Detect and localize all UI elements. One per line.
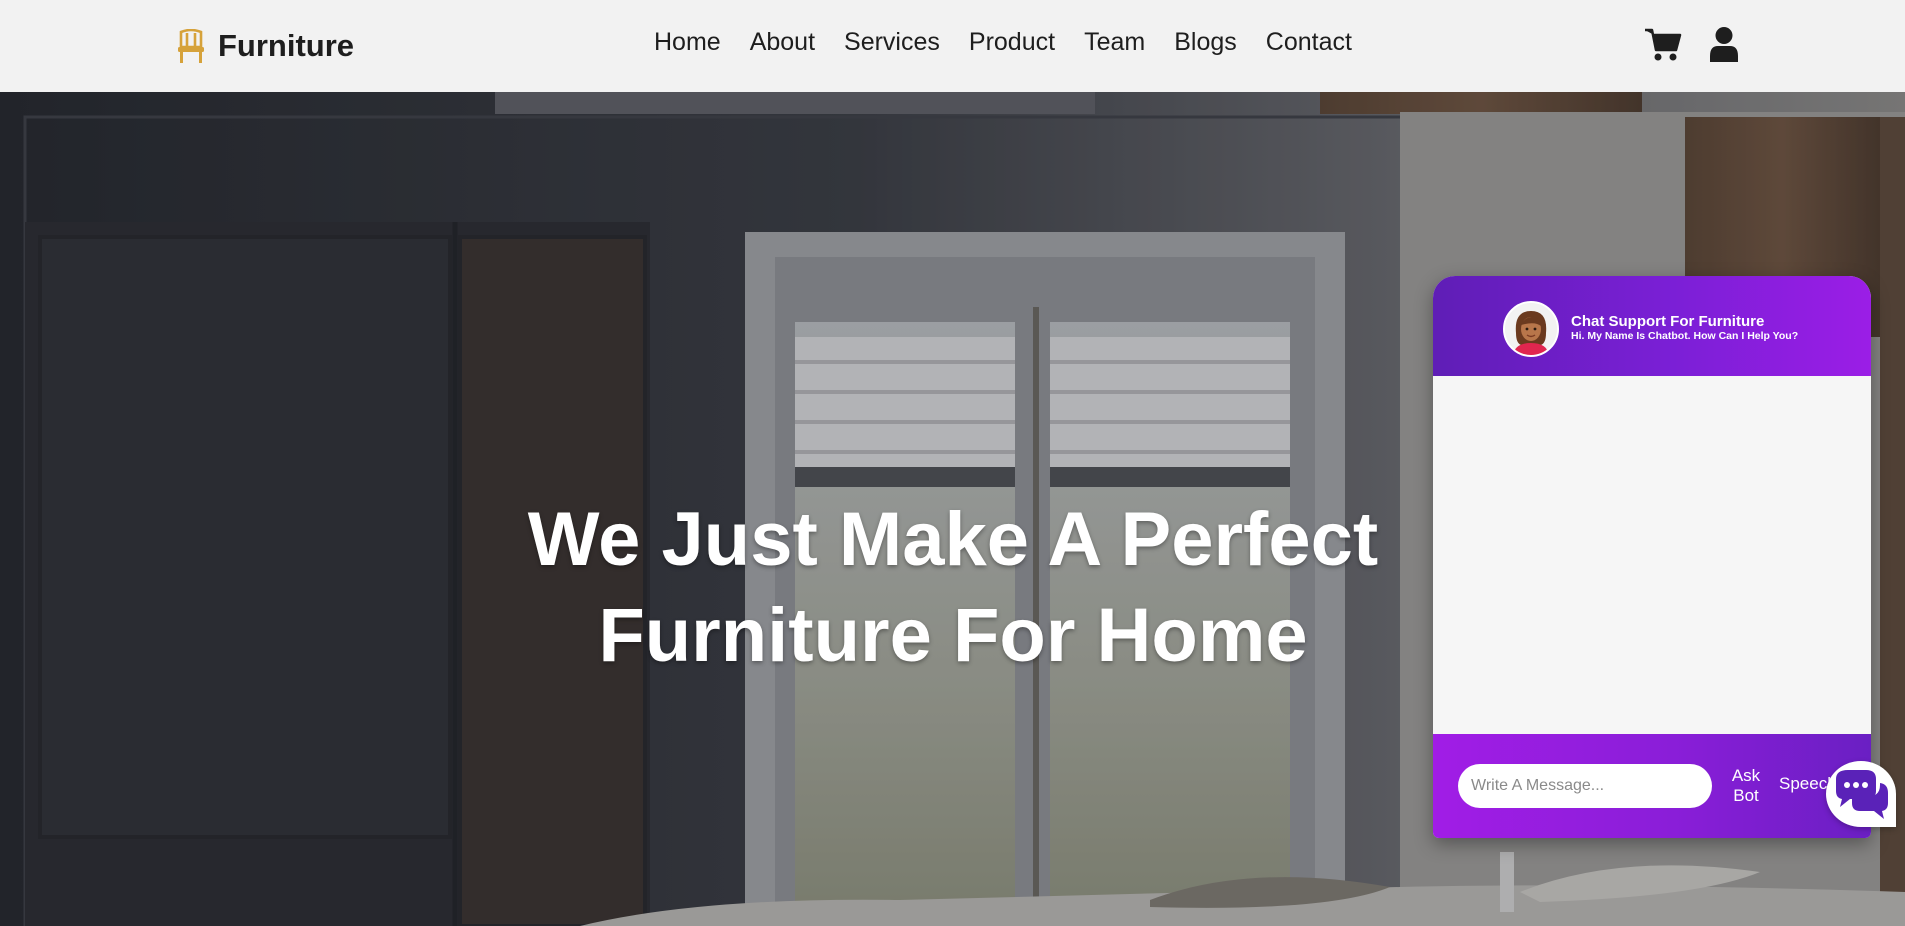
header-actions [1644,26,1743,62]
nav-product[interactable]: Product [969,28,1055,57]
chat-bubbles-icon [1836,770,1888,819]
site-header: Furniture Home About Services Product Te… [0,0,1905,92]
bot-avatar [1503,301,1559,357]
nav-contact[interactable]: Contact [1266,28,1352,57]
nav-home[interactable]: Home [654,28,721,57]
ask-bot-label-line-1: Ask [1731,766,1761,785]
hero-title-line-2: Furniture For Home [598,593,1308,678]
shopping-cart-icon[interactable] [1644,26,1682,62]
brand-name: Furniture [218,28,355,63]
user-icon[interactable] [1705,26,1743,62]
nav-blogs[interactable]: Blogs [1174,28,1237,57]
chatbot-window: Chat Support For Furniture Hi. My Name I… [1433,276,1871,838]
nav-team[interactable]: Team [1084,28,1145,57]
brand-logo[interactable]: Furniture [176,26,354,66]
chair-icon [178,29,204,63]
chat-messages-area[interactable] [1433,376,1871,734]
support-agent-avatar-icon [1505,303,1557,355]
hero-title: We Just Make A Perfect Furniture For Hom… [450,492,1456,684]
chatbot-title: Chat Support For Furniture [1571,313,1765,330]
ask-bot-label-line-2: Bot [1733,786,1759,805]
main-nav: Home About Services Product Team Blogs C… [654,28,1352,57]
hero-title-line-1: We Just Make A Perfect [527,497,1379,582]
nav-services[interactable]: Services [844,28,940,57]
chat-launcher-button[interactable] [1826,761,1896,827]
chat-message-input[interactable] [1458,764,1712,808]
ask-bot-button[interactable]: Ask Bot [1721,764,1771,808]
chatbot-subtitle: Hi. My Name Is Chatbot. How Can I Help Y… [1571,330,1799,342]
chatbot-input-bar: Ask Bot Speech [1433,734,1871,838]
chatbot-header: Chat Support For Furniture Hi. My Name I… [1433,276,1871,376]
nav-about[interactable]: About [750,28,815,57]
